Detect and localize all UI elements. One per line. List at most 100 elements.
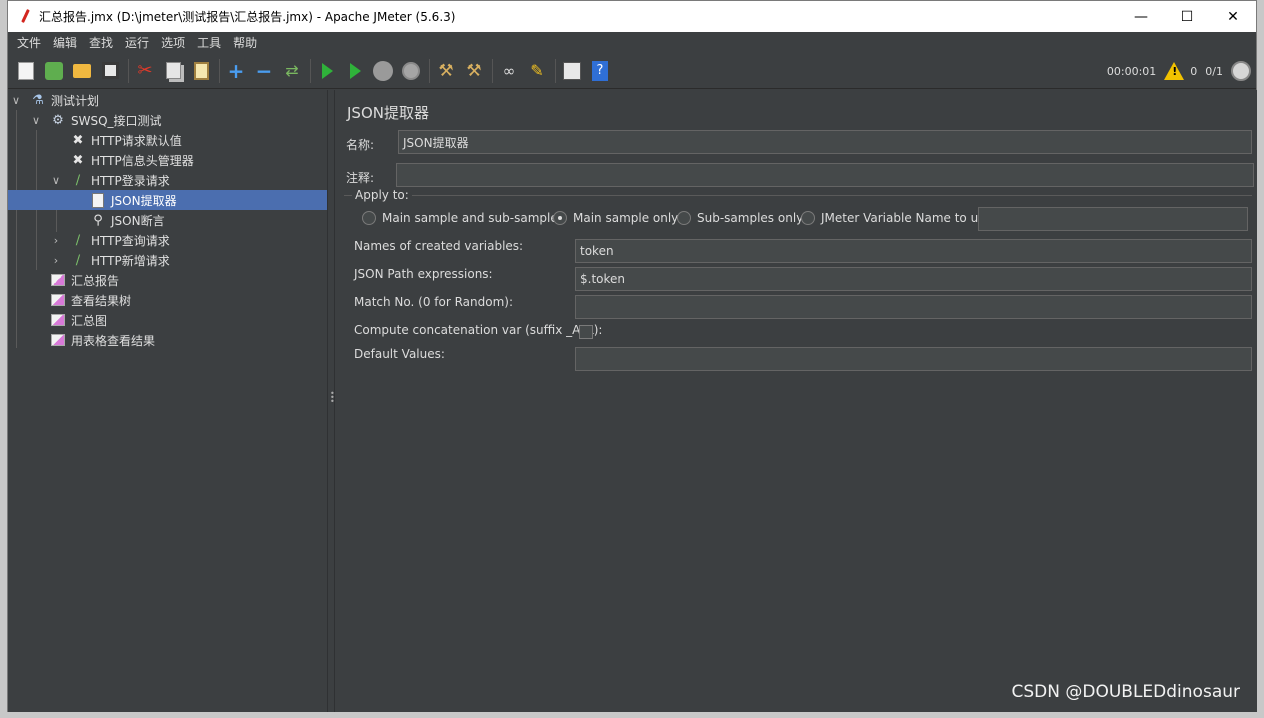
tree-item-thread-group[interactable]: ∨ ⚙ SWSQ_接口测试 <box>8 110 327 130</box>
toggle-icon: ⇄ <box>285 61 299 80</box>
search-icon: ∞ <box>502 61 516 80</box>
shutdown-icon <box>402 61 420 80</box>
tree-item-query-request[interactable]: › ∕ HTTP查询请求 <box>8 230 327 250</box>
tree-item-test-plan[interactable]: ∨ ⚗ 测试计划 <box>8 90 327 110</box>
collapse-button[interactable]: − <box>253 58 275 83</box>
json-path-field[interactable]: $.token <box>575 267 1252 291</box>
tree-item-aggregate-report[interactable]: 汇总报告 <box>8 270 327 290</box>
menu-options[interactable]: 选项 <box>155 34 191 51</box>
menu-help[interactable]: 帮助 <box>227 34 263 51</box>
copy-button[interactable] <box>162 60 184 82</box>
open-button[interactable] <box>71 60 93 82</box>
radio-circle[interactable] <box>677 211 691 225</box>
save-button[interactable] <box>99 60 121 82</box>
listener-chart-icon <box>50 332 66 348</box>
clear-button[interactable]: ⚒ <box>435 60 457 82</box>
concat-checkbox[interactable] <box>579 325 593 339</box>
test-plan-tree: ∨ ⚗ 测试计划 ∨ ⚙ SWSQ_接口测试 ✖ HTTP请求默认值 ✖ HTT… <box>8 90 327 712</box>
radio-label: Main sample only <box>573 211 679 225</box>
apply-to-legend: Apply to: <box>352 188 412 202</box>
tree-item-aggregate-graph[interactable]: 汇总图 <box>8 310 327 330</box>
reset-search-button[interactable]: ✎ <box>526 60 548 82</box>
tree-item-label: HTTP登录请求 <box>91 173 170 188</box>
menu-file[interactable]: 文件 <box>11 34 47 51</box>
radio-label: JMeter Variable Name to use <box>821 211 992 225</box>
chevron-down-icon[interactable]: ∨ <box>51 174 61 187</box>
tree-item-label: HTTP请求默认值 <box>91 133 182 148</box>
menu-tools[interactable]: 工具 <box>191 34 227 51</box>
tree-item-json-assertion[interactable]: ⚲ JSON断言 <box>8 210 327 230</box>
radio-circle[interactable] <box>801 211 815 225</box>
config-tools-icon: ✖ <box>72 132 84 148</box>
tree-item-header-manager[interactable]: ✖ HTTP信息头管理器 <box>8 150 327 170</box>
tree-item-json-extractor[interactable]: JSON提取器 <box>8 190 327 210</box>
menu-edit[interactable]: 编辑 <box>47 34 83 51</box>
tree-item-label: HTTP信息头管理器 <box>91 153 194 168</box>
cut-button[interactable]: ✂ <box>134 60 156 82</box>
default-values-field[interactable] <box>575 347 1252 371</box>
minimize-button[interactable]: — <box>1118 1 1164 32</box>
tree-item-http-defaults[interactable]: ✖ HTTP请求默认值 <box>8 130 327 150</box>
name-field[interactable]: JSON提取器 <box>398 130 1252 154</box>
toolbar-status: 00:00:01 0 0/1 <box>1107 53 1251 89</box>
collapse-icon: − <box>255 58 273 83</box>
match-no-field[interactable] <box>575 295 1252 319</box>
tree-item-results-tree[interactable]: 查看结果树 <box>8 290 327 310</box>
save-icon <box>101 62 119 79</box>
expand-icon: + <box>227 58 245 83</box>
grip-dots-icon: • • • <box>330 389 335 406</box>
tree-item-login-request[interactable]: ∨ ∕ HTTP登录请求 <box>8 170 327 190</box>
toggle-button[interactable]: ⇄ <box>281 60 303 82</box>
new-icon <box>18 61 34 80</box>
start-button[interactable] <box>316 60 338 82</box>
stop-button[interactable] <box>372 60 394 82</box>
menu-search[interactable]: 查找 <box>83 34 119 51</box>
shutdown-button[interactable] <box>400 60 422 82</box>
variable-names-label: Names of created variables: <box>354 239 524 253</box>
function-helper-icon <box>563 61 581 80</box>
templates-button[interactable] <box>43 60 65 82</box>
paste-button[interactable] <box>190 60 212 82</box>
search-button[interactable]: ∞ <box>498 60 520 82</box>
start-no-pause-button[interactable] <box>344 60 366 82</box>
sampler-pipette-icon: ∕ <box>75 232 81 248</box>
radio-label: Main sample and sub-samples <box>382 211 564 225</box>
expand-button[interactable]: + <box>225 58 247 83</box>
name-label: 名称: <box>346 138 375 152</box>
new-button[interactable] <box>15 60 37 82</box>
warning-icon[interactable] <box>1164 62 1185 80</box>
chevron-down-icon[interactable]: ∨ <box>31 114 41 127</box>
radio-main-and-sub[interactable]: Main sample and sub-samples <box>362 211 564 225</box>
radio-circle[interactable] <box>362 211 376 225</box>
function-helper-button[interactable] <box>561 60 583 82</box>
tree-item-label: JSON断言 <box>111 213 165 228</box>
tree-item-add-request[interactable]: › ∕ HTTP新增请求 <box>8 250 327 270</box>
remote-globe-icon[interactable] <box>1231 61 1251 81</box>
radio-jmeter-var[interactable]: JMeter Variable Name to use <box>801 211 992 225</box>
radio-circle-selected[interactable] <box>553 211 567 225</box>
help-button[interactable]: ? <box>589 60 611 82</box>
chevron-right-icon[interactable]: › <box>51 254 61 267</box>
jmeter-feather-icon <box>21 9 31 25</box>
chevron-right-icon[interactable]: › <box>51 234 61 247</box>
split-pane-divider[interactable]: • • • <box>327 90 335 712</box>
comment-field[interactable] <box>396 163 1254 187</box>
radio-sub-only[interactable]: Sub-samples only <box>677 211 803 225</box>
jmeter-var-field[interactable] <box>978 207 1248 231</box>
clear-all-button[interactable]: ⚒ <box>463 60 485 82</box>
tree-item-label: SWSQ_接口测试 <box>71 113 162 128</box>
listener-chart-icon <box>50 272 66 288</box>
listener-chart-icon <box>50 292 66 308</box>
chevron-down-icon[interactable]: ∨ <box>11 94 21 107</box>
maximize-button[interactable]: ☐ <box>1164 1 1210 32</box>
close-button[interactable]: ✕ <box>1210 1 1256 32</box>
tree-item-results-table[interactable]: 用表格查看结果 <box>8 330 327 350</box>
menu-run[interactable]: 运行 <box>119 34 155 51</box>
radio-main-only[interactable]: Main sample only <box>553 211 678 225</box>
clear-icon: ⚒ <box>438 60 454 81</box>
variable-names-field[interactable]: token <box>575 239 1252 263</box>
tree-item-label: 测试计划 <box>51 93 100 108</box>
tree-item-label: HTTP新增请求 <box>91 253 170 268</box>
jmeter-window: 汇总报告.jmx (D:\jmeter\测试报告\汇总报告.jmx) - Apa… <box>7 0 1257 712</box>
toolbar-separator <box>219 58 220 83</box>
